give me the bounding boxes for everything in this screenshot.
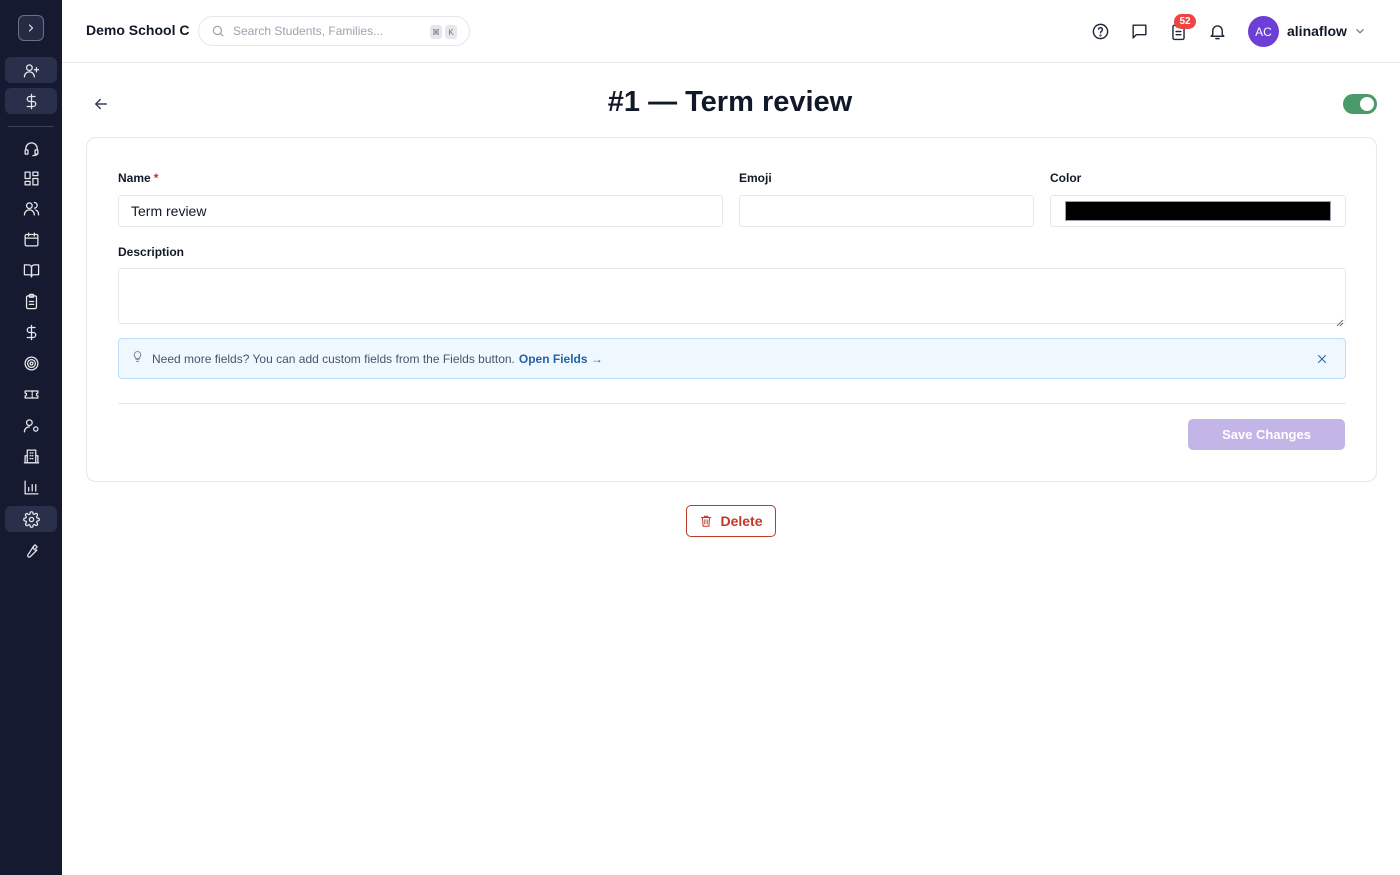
form-card: Name* Emoji Color Description Need more … [86,137,1377,482]
sidebar-item-settings[interactable] [5,506,57,532]
search-input[interactable] [233,24,423,38]
sidebar-item-payments[interactable] [5,319,57,345]
info-banner: Need more fields? You can add custom fie… [118,338,1346,379]
message-square-icon [1131,23,1147,39]
lightbulb-icon [131,350,144,368]
wrench-icon [26,543,38,558]
dollar-icon [26,324,36,340]
sidebar-item-tickets[interactable] [5,381,57,407]
dashboard-icon [23,170,39,186]
arrow-left-icon [95,98,107,110]
description-field[interactable] [118,268,1346,324]
user-cog-icon [23,418,39,433]
sidebar-item-people[interactable] [5,195,57,221]
target-icon [23,355,39,371]
description-label: Description [118,245,185,259]
name-label: Name * [118,171,158,185]
required-mark: * [153,171,159,185]
trash-icon [701,515,712,527]
headset-icon [23,141,39,156]
shortcut-key-k: K [445,25,457,39]
info-text: Need more fields? You can add custom fie… [152,351,515,366]
search-box[interactable]: ⌘ K [198,16,470,46]
avatar[interactable]: AC [1248,16,1279,47]
chevron-right-icon [28,24,34,32]
messages-button[interactable] [1128,20,1150,42]
page-title: #1 — Term review [607,86,853,118]
chevron-down-icon [1356,28,1364,34]
shortcut-key-cmd: ⌘ [430,25,442,39]
sidebar-item-tasks[interactable] [5,288,57,314]
sidebar-item-staff[interactable] [5,412,57,438]
sidebar-item-support[interactable] [5,135,57,161]
resize-grip-icon[interactable] [1336,314,1344,327]
bar-chart-icon [23,479,39,495]
sidebar-item-calendar[interactable] [5,226,57,252]
emoji-label: Emoji [739,171,772,185]
sidebar-divider [8,126,54,127]
book-open-icon [23,263,39,278]
help-button[interactable] [1089,20,1111,42]
divider [118,403,1346,404]
color-picker[interactable] [1050,195,1346,227]
sidebar-item-dashboard[interactable] [5,165,57,191]
open-fields-link[interactable]: Open Fields → [519,352,603,366]
user-name[interactable]: alinaflow [1287,23,1347,39]
sidebar-item-tools[interactable] [5,537,57,563]
color-swatch [1065,201,1331,221]
top-bar: Demo School C ⌘ K 52 AC alinaflow [62,0,1400,63]
settings-icon [22,510,40,528]
sidebar-item-courses[interactable] [5,257,57,283]
save-button[interactable]: Save Changes [1188,419,1345,450]
clipboard-icon [25,293,37,309]
sidebar-item-school[interactable] [5,443,57,469]
close-icon[interactable] [1315,352,1329,366]
delete-label: Delete [720,513,763,529]
sidebar-expand-button[interactable] [18,15,44,41]
building-icon [23,448,39,464]
calendar-icon [23,231,39,247]
name-field[interactable] [118,195,723,227]
bell-icon [1209,24,1225,39]
user-menu-toggle[interactable] [1353,24,1367,38]
sidebar-item-reports[interactable] [5,474,57,500]
back-button[interactable] [92,95,110,113]
ticket-icon [23,389,39,399]
emoji-field[interactable] [739,195,1034,227]
color-label: Color [1050,171,1082,185]
tasks-count-badge: 52 [1174,14,1196,29]
notifications-button[interactable] [1206,20,1228,42]
help-circle-icon [1092,23,1108,39]
sidebar-item-admissions[interactable] [5,57,57,83]
school-name[interactable]: Demo School C [86,22,189,38]
name-label-text: Name [118,171,151,185]
dollar-icon [26,93,36,109]
search-icon [212,25,224,37]
toggle-knob [1360,97,1374,111]
user-plus-icon [23,63,39,78]
delete-button[interactable]: Delete [686,505,776,537]
enabled-toggle[interactable] [1343,94,1377,114]
users-icon [23,201,39,216]
sidebar-item-goals[interactable] [5,350,57,376]
sidebar-item-billing[interactable] [5,88,57,114]
sidebar [0,0,62,875]
